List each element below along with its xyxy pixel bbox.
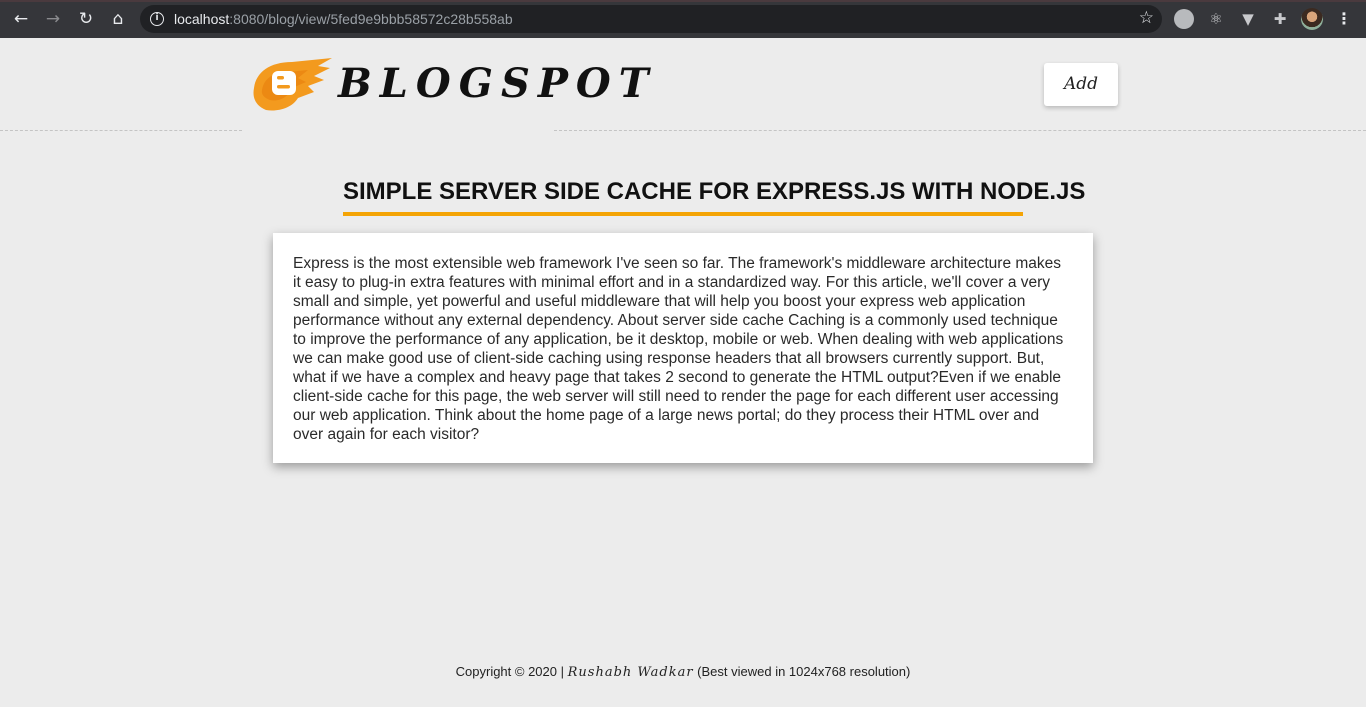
react-devtools-icon[interactable]: ⚛	[1206, 9, 1226, 29]
footer: Copyright © 2020 | Rushabh Wadkar (Best …	[0, 664, 1366, 680]
back-icon[interactable]: ←	[10, 8, 32, 30]
browser-toolbar: ← → ↻ ⌂ i localhost:8080/blog/view/5fed9…	[0, 0, 1366, 38]
vue-devtools-icon[interactable]: ▼	[1238, 9, 1258, 29]
menu-icon[interactable]: ⋮	[1334, 8, 1354, 30]
blogger-logo-icon	[253, 58, 332, 111]
url-host: localhost	[174, 11, 230, 27]
address-bar[interactable]: i localhost:8080/blog/view/5fed9e9bbb585…	[140, 5, 1162, 33]
logo-text: BLOGSPOT	[338, 60, 657, 107]
profile-avatar[interactable]	[1301, 8, 1323, 30]
url-text[interactable]: localhost:8080/blog/view/5fed9e9bbb58572…	[174, 11, 513, 27]
bookmark-star-icon[interactable]: ☆	[1139, 8, 1154, 28]
post-body: Express is the most extensible web frame…	[293, 255, 1064, 443]
footer-note: (Best viewed in 1024x768 resolution)	[693, 664, 911, 679]
tab-strip-edge	[0, 0, 1366, 2]
post-card: Express is the most extensible web frame…	[273, 233, 1093, 463]
forward-icon[interactable]: →	[42, 8, 64, 30]
puzzle-extensions-icon[interactable]: ✚	[1270, 9, 1290, 29]
header-divider-right	[554, 130, 1366, 131]
add-post-button[interactable]: Add	[1044, 63, 1118, 106]
site-logo[interactable]: BLOGSPOT	[248, 54, 649, 116]
header-divider-left	[0, 130, 242, 131]
post-title: SIMPLE SERVER SIDE CACHE FOR EXPRESS.JS …	[343, 176, 1085, 216]
extension-compass-icon[interactable]	[1174, 9, 1194, 29]
reload-icon[interactable]: ↻	[75, 8, 97, 30]
info-icon[interactable]: i	[150, 12, 164, 26]
home-icon[interactable]: ⌂	[107, 8, 129, 30]
footer-author: Rushabh Wadkar	[567, 665, 694, 680]
url-path: :8080/blog/view/5fed9e9bbb58572c28b558ab	[229, 11, 513, 27]
footer-copyright: Copyright © 2020 |	[455, 664, 568, 679]
